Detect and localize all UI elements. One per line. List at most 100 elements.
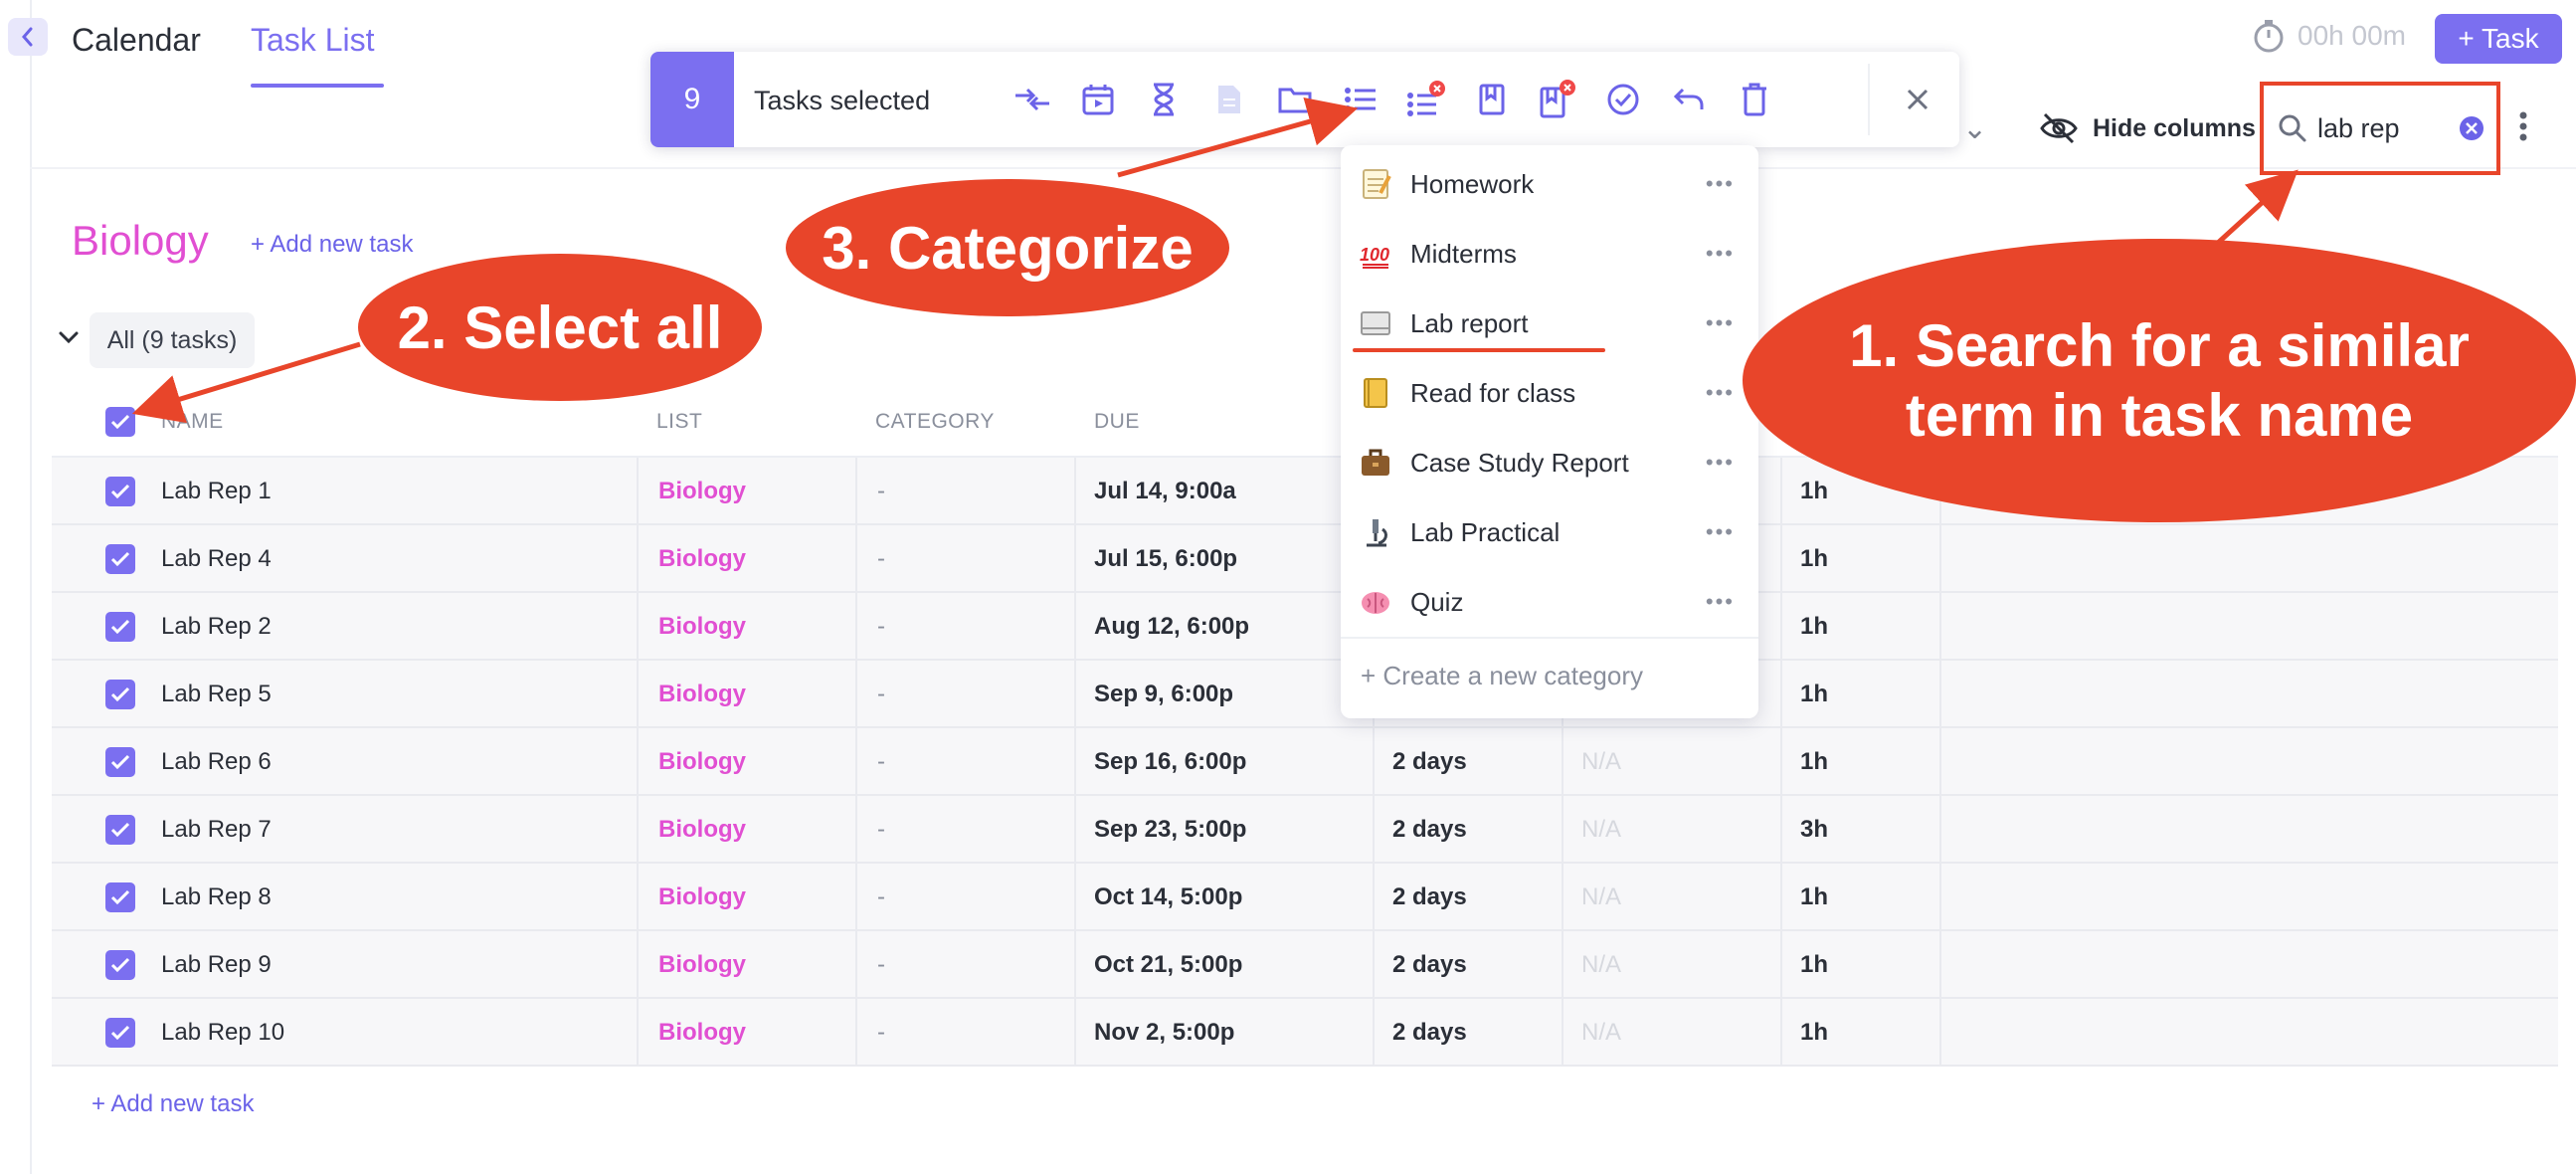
task-hours[interactable]: 1h (1800, 748, 1828, 776)
task-estimate[interactable]: 2 days (1392, 951, 1467, 979)
task-list[interactable]: Biology (658, 951, 746, 979)
table-row[interactable]: Lab Rep 4 Biology - Jul 15, 6:00p 1h (52, 525, 2558, 593)
list-remove-icon[interactable] (1406, 80, 1446, 119)
row-checkbox[interactable] (105, 544, 135, 574)
task-due[interactable]: Aug 12, 6:00p (1094, 613, 1249, 641)
more-horizontal-icon[interactable]: ••• (1706, 380, 1735, 406)
row-checkbox[interactable] (105, 612, 135, 642)
chevron-down-icon[interactable] (58, 330, 80, 344)
timer[interactable]: 00h 00m (2252, 18, 2406, 54)
clear-search-icon[interactable] (2459, 115, 2484, 141)
back-button[interactable] (8, 18, 48, 56)
task-hours[interactable]: 1h (1800, 951, 1828, 979)
category-item-homework[interactable]: Homework ••• (1341, 149, 1758, 219)
task-list[interactable]: Biology (658, 816, 746, 844)
row-checkbox[interactable] (105, 950, 135, 980)
table-row[interactable]: Lab Rep 9 Biology - Oct 21, 5:00p 2 days… (52, 931, 2558, 999)
create-category-button[interactable]: + Create a new category (1361, 661, 1643, 691)
close-icon[interactable] (1898, 80, 1937, 119)
column-header-due[interactable]: DUE (1094, 410, 1140, 434)
task-list[interactable]: Biology (658, 681, 746, 708)
task-due[interactable]: Sep 23, 5:00p (1094, 816, 1246, 844)
category-item-midterms[interactable]: 100 Midterms ••• (1341, 219, 1758, 289)
task-name[interactable]: Lab Rep 4 (161, 545, 272, 573)
category-item-read-for-class[interactable]: Read for class ••• (1341, 358, 1758, 428)
task-estimate[interactable]: 2 days (1392, 816, 1467, 844)
task-hours[interactable]: 1h (1800, 883, 1828, 911)
task-name[interactable]: Lab Rep 1 (161, 478, 272, 505)
task-hours[interactable]: 1h (1800, 681, 1828, 708)
task-hours[interactable]: 3h (1800, 816, 1828, 844)
book-icon[interactable] (1472, 80, 1512, 119)
table-row[interactable]: Lab Rep 6 Biology - Sep 16, 6:00p 2 days… (52, 728, 2558, 796)
task-list[interactable]: Biology (658, 478, 746, 505)
task-category[interactable]: - (877, 545, 885, 573)
task-category[interactable]: - (877, 613, 885, 641)
task-name[interactable]: Lab Rep 5 (161, 681, 272, 708)
row-checkbox[interactable] (105, 680, 135, 709)
hourglass-icon[interactable] (1144, 80, 1184, 119)
task-due[interactable]: Oct 21, 5:00p (1094, 951, 1242, 979)
table-row[interactable]: Lab Rep 8 Biology - Oct 14, 5:00p 2 days… (52, 864, 2558, 931)
task-hours[interactable]: 1h (1800, 1019, 1828, 1047)
row-checkbox[interactable] (105, 815, 135, 845)
row-checkbox[interactable] (105, 477, 135, 506)
task-list[interactable]: Biology (658, 545, 746, 573)
task-category[interactable]: - (877, 1019, 885, 1047)
merge-icon[interactable] (1012, 80, 1052, 119)
task-due[interactable]: Jul 14, 9:00a (1094, 478, 1236, 505)
task-due[interactable]: Sep 16, 6:00p (1094, 748, 1246, 776)
add-new-task-link-bottom[interactable]: + Add new task (92, 1090, 254, 1118)
task-estimate[interactable]: 2 days (1392, 883, 1467, 911)
row-checkbox[interactable] (105, 747, 135, 777)
category-item-lab-practical[interactable]: Lab Practical ••• (1341, 497, 1758, 567)
task-name[interactable]: Lab Rep 2 (161, 613, 272, 641)
column-header-name[interactable]: NAME (161, 410, 224, 434)
task-estimate[interactable]: 2 days (1392, 1019, 1467, 1047)
task-category[interactable]: - (877, 478, 885, 505)
folder-icon[interactable] (1275, 80, 1315, 119)
task-category[interactable]: - (877, 816, 885, 844)
document-icon[interactable] (1209, 80, 1249, 119)
more-horizontal-icon[interactable]: ••• (1706, 310, 1735, 336)
category-item-quiz[interactable]: Quiz ••• (1341, 567, 1758, 637)
column-header-list[interactable]: LIST (656, 410, 702, 434)
task-list[interactable]: Biology (658, 613, 746, 641)
task-name[interactable]: Lab Rep 6 (161, 748, 272, 776)
trash-icon[interactable] (1735, 80, 1774, 119)
search-input[interactable] (2317, 112, 2447, 144)
task-category[interactable]: - (877, 681, 885, 708)
table-row[interactable]: Lab Rep 2 Biology - Aug 12, 6:00p 1h (52, 593, 2558, 661)
task-name[interactable]: Lab Rep 10 (161, 1019, 284, 1047)
column-header-category[interactable]: CATEGORY (875, 410, 995, 434)
book-remove-icon[interactable] (1538, 80, 1577, 119)
more-horizontal-icon[interactable]: ••• (1706, 171, 1735, 197)
task-hours[interactable]: 1h (1800, 613, 1828, 641)
task-estimate[interactable]: 2 days (1392, 748, 1467, 776)
add-task-button[interactable]: + Task (2435, 14, 2562, 64)
add-new-task-link[interactable]: + Add new task (251, 231, 413, 259)
tab-calendar[interactable]: Calendar (72, 22, 201, 59)
more-horizontal-icon[interactable]: ••• (1706, 589, 1735, 615)
task-name[interactable]: Lab Rep 9 (161, 951, 272, 979)
check-circle-icon[interactable] (1603, 80, 1643, 119)
task-list[interactable]: Biology (658, 883, 746, 911)
calendar-icon[interactable] (1078, 80, 1118, 119)
undo-icon[interactable] (1669, 80, 1709, 119)
more-horizontal-icon[interactable]: ••• (1706, 241, 1735, 267)
task-status[interactable]: N/A (1581, 816, 1621, 844)
more-options-icon[interactable] (2518, 111, 2528, 141)
task-due[interactable]: Oct 14, 5:00p (1094, 883, 1242, 911)
task-list[interactable]: Biology (658, 748, 746, 776)
task-status[interactable]: N/A (1581, 951, 1621, 979)
row-checkbox[interactable] (105, 1018, 135, 1048)
task-category[interactable]: - (877, 748, 885, 776)
group-toggle[interactable]: All (9 tasks) (90, 312, 255, 368)
select-all-checkbox[interactable] (105, 407, 135, 437)
task-hours[interactable]: 1h (1800, 478, 1828, 505)
tab-task-list[interactable]: Task List (251, 22, 374, 59)
more-horizontal-icon[interactable]: ••• (1706, 519, 1735, 545)
more-horizontal-icon[interactable]: ••• (1706, 450, 1735, 476)
category-item-case-study-report[interactable]: Case Study Report ••• (1341, 428, 1758, 497)
table-row[interactable]: Lab Rep 7 Biology - Sep 23, 5:00p 2 days… (52, 796, 2558, 864)
